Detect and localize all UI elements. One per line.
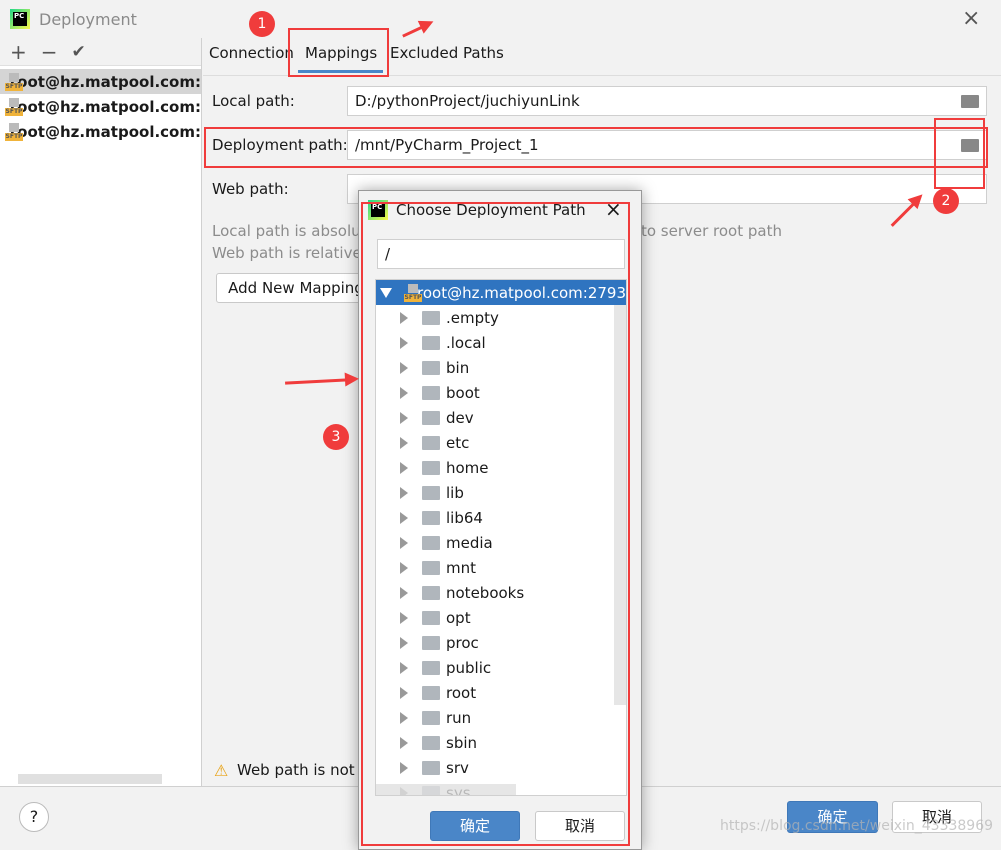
server-item[interactable]: SFTP root@hz.matpool.com: [0,69,201,94]
sftp-icon: SFTP [5,122,23,141]
pycharm-logo-icon: PC [10,9,30,29]
add-new-mapping-button[interactable]: Add New Mapping [216,273,376,303]
warning-icon: ⚠ [214,761,229,780]
server-list-panel: + − ✔ SFTP root@hz.matpool.com: SFTP root@h… [0,38,202,786]
server-item[interactable]: SFTP root@hz.matpool.com: [0,94,201,119]
annotation-arrow-3 [285,378,356,385]
server-name: root@hz.matpool.com: [9,122,201,141]
hint-text: Local path is absolute, deployment path … [642,222,782,240]
web-path-label: Web path: [212,180,289,198]
hint-line-1: Local path is absolute, deployment path … [212,222,358,240]
close-icon[interactable]: × [962,6,980,31]
annotation-badge-3: 3 [323,424,349,450]
warning-text: Web path is not s [237,761,358,779]
annotation-box-dialog [361,202,630,846]
tab-connection[interactable]: Connection [209,44,294,62]
annotation-box-folder [934,118,985,189]
add-icon[interactable]: + [10,40,27,64]
horizontal-scrollbar[interactable] [18,774,162,784]
help-button[interactable]: ? [19,802,49,832]
server-name: root@hz.matpool.com: [9,97,201,116]
title-bar: PC Deployment × [0,0,1001,38]
watermark: https://blog.csdn.net/weixin_43338969 [720,818,994,834]
remove-icon[interactable]: − [41,40,58,64]
window-title: Deployment [39,10,137,29]
hint-text: Local path is absolute, deployment path … [212,222,358,240]
check-icon[interactable]: ✔ [72,42,86,62]
annotation-box-mappings [288,28,389,77]
annotation-box-deployment-path [204,127,988,168]
server-name: root@hz.matpool.com: [9,72,201,91]
folder-icon[interactable] [961,95,979,108]
server-item[interactable]: SFTP root@hz.matpool.com: [0,119,201,144]
hint-line-1-tail: Local path is absolute, deployment path … [642,222,782,240]
local-path-value: D:/pythonProject/juchiyunLink [355,92,580,110]
local-path-label: Local path: [212,92,295,110]
local-path-input[interactable]: D:/pythonProject/juchiyunLink [347,86,987,116]
server-toolbar: + − ✔ [0,38,201,66]
sftp-icon: SFTP [5,97,23,116]
tab-excluded-paths[interactable]: Excluded Paths [390,44,504,62]
annotation-badge-1: 1 [249,11,275,37]
sftp-icon: SFTP [5,72,23,91]
hint-line-2: Web path is relative [212,244,362,262]
annotation-badge-2: 2 [933,188,959,214]
